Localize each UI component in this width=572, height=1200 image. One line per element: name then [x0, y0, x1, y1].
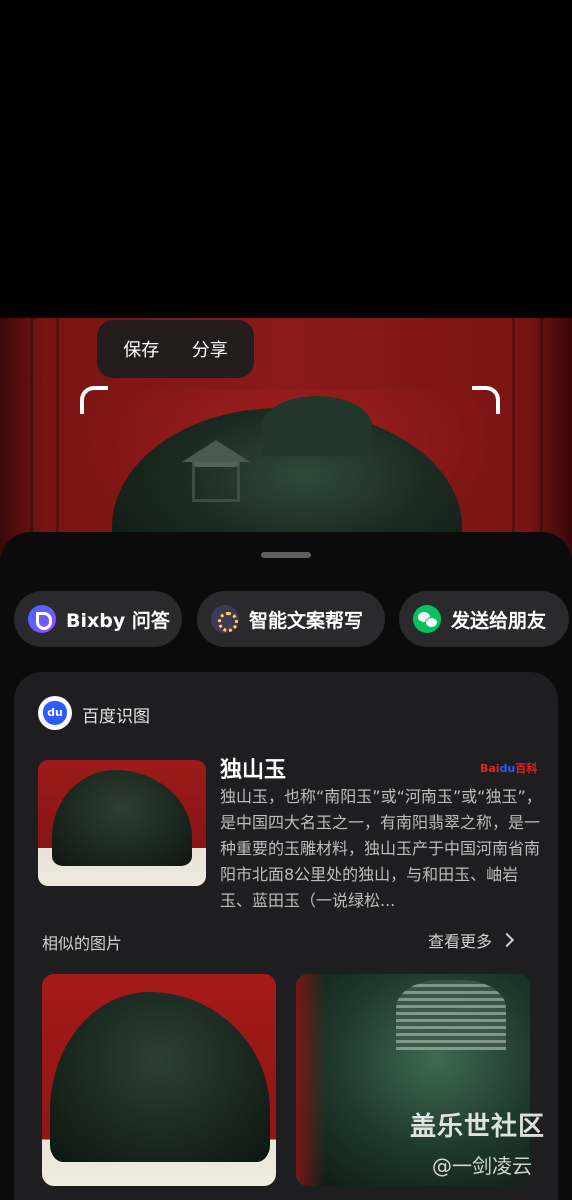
provider-name: 百度识图 [82, 707, 150, 727]
save-button[interactable]: 保存 [119, 330, 163, 368]
result-description[interactable]: 独山玉，也称“南阳玉”或“河南玉”或“独玉”，是中国四大名玉之一，有南阳翡翠之称… [220, 784, 542, 914]
similar-image-1[interactable] [42, 974, 276, 1186]
baike-badge-part3: 百科 [515, 762, 538, 775]
baidu-baike-logo: Baidu百科 [480, 760, 537, 776]
see-more-label: 查看更多 [428, 932, 493, 951]
smart-write-icon [211, 605, 239, 633]
sheet-drag-handle[interactable] [261, 552, 311, 558]
bixby-qa-chip[interactable]: Bixby 问答 [14, 591, 182, 647]
result-title[interactable]: 独山玉 [220, 752, 286, 784]
crop-corner-top-left[interactable] [80, 386, 108, 414]
baidu-paw-icon: du [38, 696, 72, 730]
baike-badge-part1: Bai [480, 762, 500, 775]
chip-label: 智能文案帮写 [249, 609, 364, 632]
chip-label: Bixby 问答 [66, 609, 170, 632]
photo-background [0, 318, 572, 558]
smart-write-chip[interactable]: 智能文案帮写 [197, 591, 385, 647]
baike-badge-part2: du [499, 762, 516, 775]
see-more-link[interactable]: 查看更多 [428, 928, 515, 952]
crop-corner-top-right[interactable] [472, 386, 500, 414]
send-to-friend-chip[interactable]: 发送给朋友 [399, 591, 569, 647]
share-button[interactable]: 分享 [188, 330, 232, 368]
wechat-icon [413, 605, 441, 633]
result-bottom-sheet: Bixby 问答 智能文案帮写 发送给朋友 du 百度识图 独山玉 Baidu百… [0, 532, 572, 1200]
image-action-popup: 保存 分享 [97, 320, 254, 378]
chip-label: 发送给朋友 [451, 609, 547, 632]
watermark-community: 盖乐世社区 [410, 1112, 546, 1142]
watermark-author: @一剑凌云 [432, 1154, 532, 1178]
chevron-right-icon [499, 932, 515, 948]
result-thumbnail[interactable] [38, 760, 206, 886]
bixby-icon [28, 605, 56, 633]
similar-images-heading: 相似的图片 [42, 934, 123, 953]
